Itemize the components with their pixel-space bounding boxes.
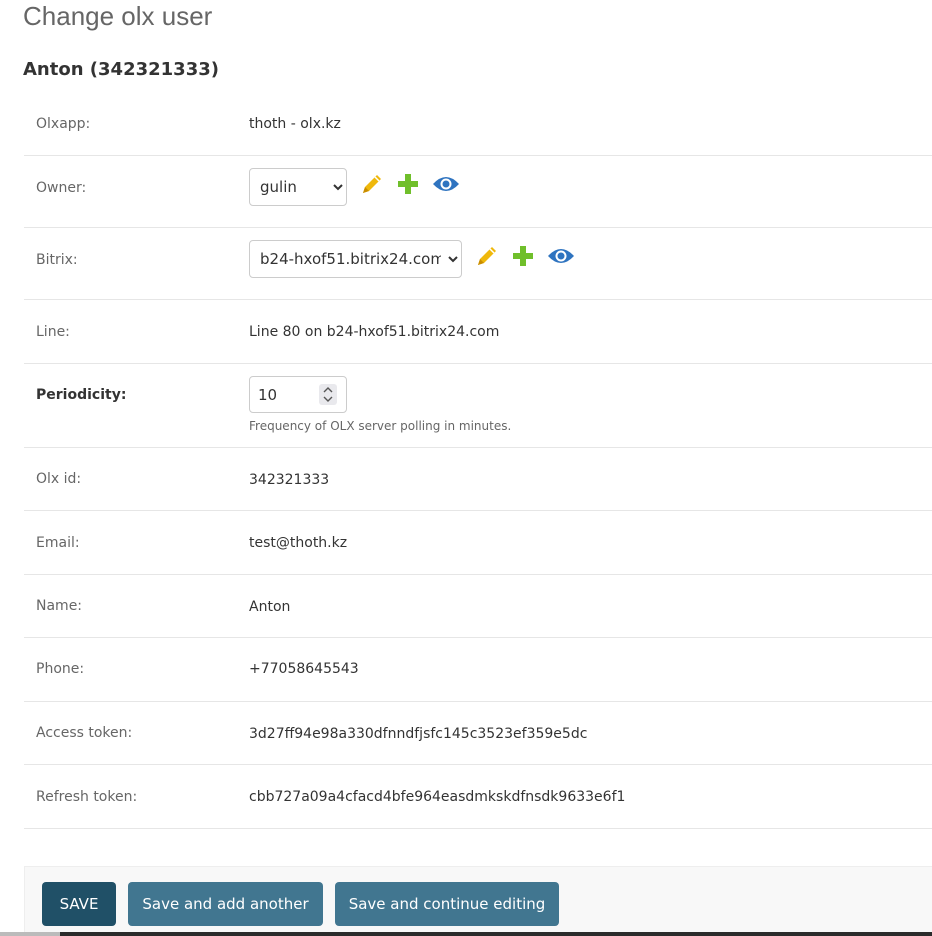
form-row-email: Email: test@thoth.kz <box>24 511 932 575</box>
bitrix-related-actions <box>475 244 575 268</box>
add-icon[interactable] <box>396 172 420 196</box>
email-value: test@thoth.kz <box>249 535 348 551</box>
form-row-olx-id: Olx id: 342321333 <box>24 448 932 511</box>
owner-related-actions <box>360 172 460 196</box>
form-row-access-token: Access token: 3d27ff94e98a330dfnndfjsfc1… <box>24 702 932 765</box>
form-row-owner: Owner: gulin <box>24 156 932 228</box>
save-and-add-another-button[interactable]: Save and add another <box>128 882 323 926</box>
bitrix-select[interactable]: b24-hxof51.bitrix24.com <box>249 240 462 278</box>
form-row-line: Line: Line 80 on b24-hxof51.bitrix24.com <box>24 300 932 364</box>
save-and-continue-button[interactable]: Save and continue editing <box>335 882 559 926</box>
view-icon[interactable] <box>432 172 460 196</box>
submit-row: SAVE Save and add another Save and conti… <box>24 866 932 936</box>
edit-icon[interactable] <box>360 172 384 196</box>
periodicity-help: Frequency of OLX server polling in minut… <box>249 419 512 433</box>
periodicity-field: 10 Frequency of OLX server polling in mi… <box>249 376 511 433</box>
form-row-bitrix: Bitrix: b24-hxof51.bitrix24.com <box>24 228 932 300</box>
phone-label: Phone: <box>36 661 85 677</box>
edit-icon[interactable] <box>475 244 499 268</box>
form-row-phone: Phone: +77058645543 <box>24 638 932 702</box>
name-value: Anton <box>249 599 291 615</box>
owner-select[interactable]: gulin <box>249 168 347 206</box>
bitrix-field: b24-hxof51.bitrix24.com <box>249 240 462 278</box>
scrollbar-thumb[interactable] <box>0 932 60 936</box>
view-icon[interactable] <box>547 244 575 268</box>
periodicity-input[interactable]: 10 <box>249 376 347 413</box>
periodicity-label: Periodicity: <box>36 387 127 403</box>
bitrix-label: Bitrix: <box>36 252 78 268</box>
change-form: Olxapp: thoth - olx.kz Owner: gulin Bitr… <box>24 92 932 829</box>
email-label: Email: <box>36 535 80 551</box>
line-link[interactable]: Line 80 on b24-hxof51.bitrix24.com <box>249 324 499 340</box>
owner-field: gulin <box>249 168 347 206</box>
refresh-token-label: Refresh token: <box>36 789 138 805</box>
save-button[interactable]: SAVE <box>42 882 116 926</box>
olxapp-label: Olxapp: <box>36 116 91 132</box>
periodicity-value: 10 <box>258 386 278 404</box>
olx-id-label: Olx id: <box>36 471 82 487</box>
horizontal-scrollbar[interactable] <box>0 932 932 936</box>
line-label: Line: <box>36 324 70 340</box>
owner-label: Owner: <box>36 180 87 196</box>
spinner-arrows-icon <box>323 387 333 402</box>
page-title: Change olx user <box>23 1 213 31</box>
access-token-label: Access token: <box>36 725 133 741</box>
name-label: Name: <box>36 598 83 614</box>
number-spinner[interactable] <box>319 384 337 405</box>
form-row-periodicity: Periodicity: 10 Frequency of OLX server … <box>24 364 932 448</box>
add-icon[interactable] <box>511 244 535 268</box>
olxapp-link[interactable]: thoth - olx.kz <box>249 116 341 132</box>
access-token-value: 3d27ff94e98a330dfnndfjsfc145c3523ef359e5… <box>249 726 588 742</box>
refresh-token-value: cbb727a09a4cfacd4bfe964easdmkskdfnsdk963… <box>249 789 626 805</box>
object-title: Anton (342321333) <box>23 59 219 80</box>
olx-id-value: 342321333 <box>249 472 330 488</box>
form-row-refresh-token: Refresh token: cbb727a09a4cfacd4bfe964ea… <box>24 765 932 829</box>
form-row-olxapp: Olxapp: thoth - olx.kz <box>24 92 932 156</box>
form-row-name: Name: Anton <box>24 575 932 638</box>
phone-value: +77058645543 <box>249 661 359 677</box>
